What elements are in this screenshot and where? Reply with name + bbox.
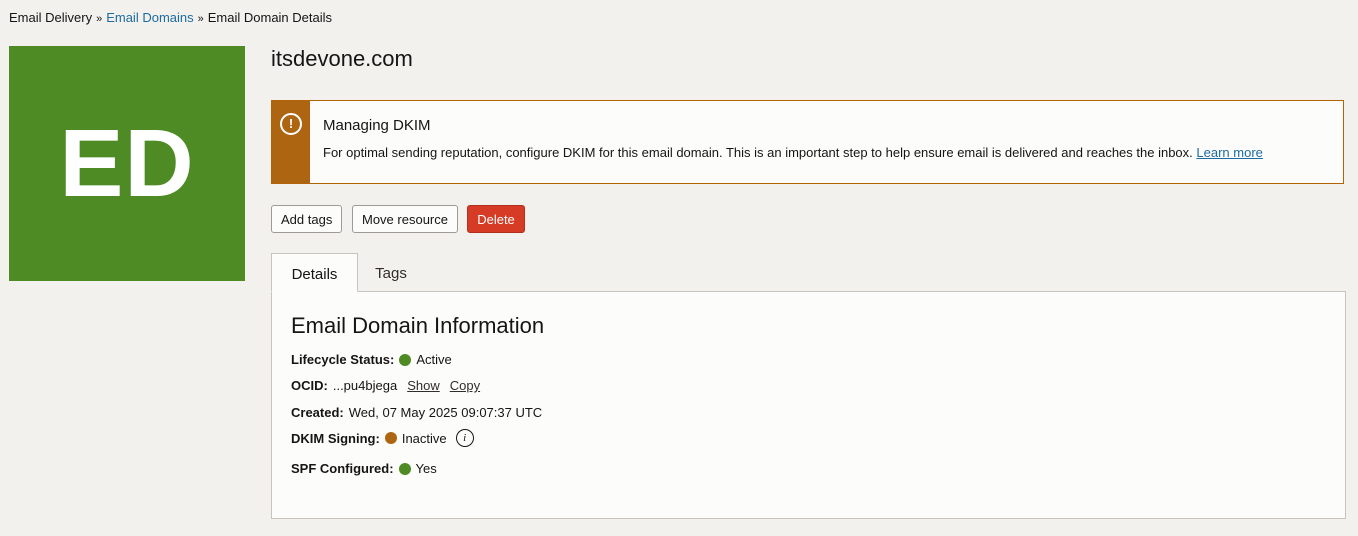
ocid-show-link[interactable]: Show [407, 378, 440, 393]
breadcrumb-separator: » [96, 13, 103, 25]
resource-initials: ED [59, 109, 195, 217]
breadcrumb-current: Email Domain Details [207, 10, 333, 25]
banner-message: For optimal sending reputation, configur… [323, 145, 1193, 160]
spf-configured-row: SPF Configured: Yes [291, 461, 437, 476]
spf-configured-label: SPF Configured: [291, 461, 394, 476]
details-panel: Email Domain Information Lifecycle Statu… [271, 291, 1346, 519]
lifecycle-status-value: Active [416, 352, 452, 367]
spf-configured-value: Yes [415, 461, 437, 476]
dkim-warning-banner: ! Managing DKIM For optimal sending repu… [271, 100, 1344, 184]
created-row: Created: Wed, 07 May 2025 09:07:37 UTC [291, 405, 542, 420]
ocid-value: ...pu4bjega [332, 378, 398, 393]
breadcrumb: Email Delivery» Email Domains» Email Domai… [9, 10, 332, 25]
ocid-row: OCID: ...pu4bjega Show Copy [291, 378, 480, 393]
resource-avatar: ED [9, 46, 245, 281]
breadcrumb-email-domains-link[interactable]: Email Domains [106, 10, 193, 25]
breadcrumb-separator: » [197, 13, 204, 25]
tab-tags[interactable]: Tags [358, 253, 424, 292]
banner-heading: Managing DKIM [323, 117, 431, 134]
tab-details[interactable]: Details [271, 253, 358, 292]
section-heading: Email Domain Information [291, 313, 545, 338]
created-label: Created: [291, 405, 344, 420]
dkim-signing-label: DKIM Signing: [291, 430, 380, 446]
move-resource-button[interactable]: Move resource [352, 205, 458, 233]
status-dot-active [399, 353, 412, 366]
page-title: itsdevone.com [271, 46, 413, 71]
lifecycle-status-label: Lifecycle Status: [291, 352, 395, 367]
created-value: Wed, 07 May 2025 09:07:37 UTC [348, 405, 543, 420]
breadcrumb-email-delivery[interactable]: Email Delivery [9, 10, 92, 25]
delete-button[interactable]: Delete [467, 205, 525, 233]
learn-more-link[interactable]: Learn more [1196, 145, 1262, 160]
banner-stripe: ! [272, 101, 310, 183]
info-icon[interactable]: i [455, 429, 474, 447]
status-dot-yes [398, 462, 411, 475]
add-tags-button[interactable]: Add tags [271, 205, 343, 233]
lifecycle-status-row: Lifecycle Status: Active [291, 352, 452, 367]
ocid-copy-link[interactable]: Copy [450, 378, 480, 393]
status-dot-inactive [384, 432, 397, 444]
ocid-label: OCID: [291, 378, 328, 393]
dkim-signing-value: Inactive [401, 430, 447, 446]
dkim-signing-row: DKIM Signing: Inactive i [291, 429, 474, 447]
warning-icon: ! [280, 113, 302, 135]
